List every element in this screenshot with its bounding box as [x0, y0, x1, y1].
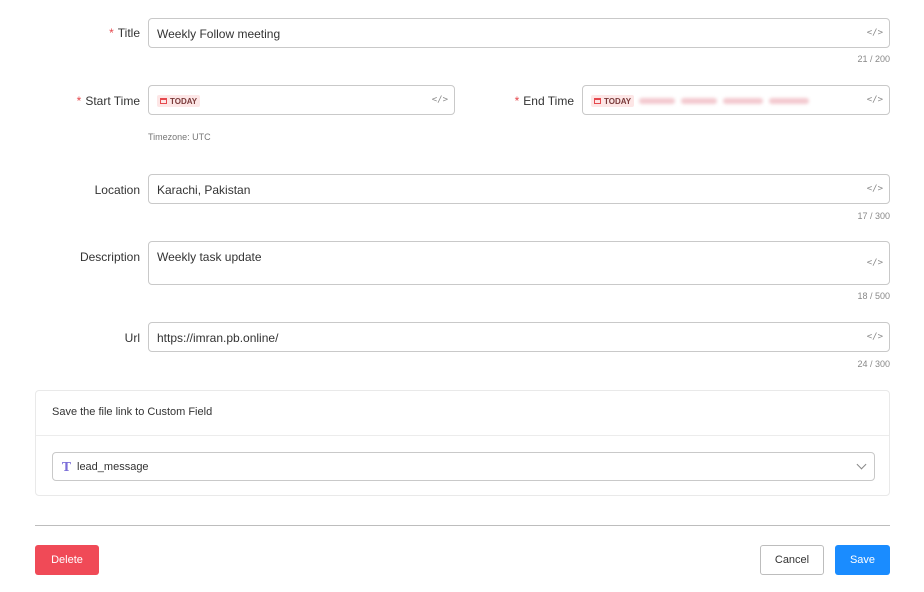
text-field-icon: T	[62, 460, 71, 474]
timezone-note: Timezone: UTC	[148, 132, 211, 142]
start-time-input[interactable]: TODAY </>	[148, 85, 455, 115]
location-label: Location	[94, 183, 140, 197]
url-label: Url	[124, 331, 140, 345]
code-icon[interactable]: </>	[867, 95, 883, 105]
description-counter: 18 / 500	[857, 291, 890, 301]
title-input[interactable]: Weekly Follow meeting </>	[148, 18, 890, 48]
code-icon[interactable]: </>	[867, 258, 883, 268]
custom-field-heading: Save the file link to Custom Field	[52, 406, 213, 418]
start-time-label: * Start Time	[76, 94, 140, 108]
code-icon[interactable]: </>	[432, 95, 448, 105]
delete-button[interactable]: Delete	[35, 545, 99, 575]
title-counter: 21 / 200	[857, 54, 890, 64]
calendar-icon	[160, 98, 167, 104]
location-value: Karachi, Pakistan	[157, 183, 251, 197]
code-icon[interactable]: </>	[867, 184, 883, 194]
cancel-button[interactable]: Cancel	[760, 545, 824, 575]
end-time-label: * End Time	[514, 94, 574, 108]
location-input[interactable]: Karachi, Pakistan </>	[148, 174, 890, 204]
chevron-down-icon[interactable]	[856, 459, 867, 470]
end-time-input[interactable]: TODAY </>	[582, 85, 890, 115]
custom-field-value: lead_message	[77, 461, 149, 473]
description-label: Description	[79, 250, 140, 264]
url-counter: 24 / 300	[857, 359, 890, 369]
title-value: Weekly Follow meeting	[157, 27, 281, 41]
start-today-chip[interactable]: TODAY	[157, 95, 201, 107]
custom-field-select[interactable]: T lead_message	[52, 452, 875, 481]
redacted-token	[723, 98, 763, 104]
required-marker: *	[109, 26, 114, 40]
calendar-icon	[594, 98, 601, 104]
description-textarea[interactable]: Weekly task update </>	[148, 241, 890, 285]
code-icon[interactable]: </>	[867, 332, 883, 342]
required-marker: *	[76, 94, 82, 108]
url-input[interactable]: https://imran.pb.online/ </>	[148, 322, 890, 352]
custom-field-panel: Save the file link to Custom Field T lea…	[35, 390, 890, 496]
end-today-chip[interactable]: TODAY	[591, 95, 635, 107]
redacted-token	[639, 98, 675, 104]
location-counter: 17 / 300	[857, 211, 890, 221]
description-value: Weekly task update	[157, 250, 262, 264]
redacted-token	[681, 98, 717, 104]
url-value: https://imran.pb.online/	[157, 331, 279, 345]
redacted-token	[769, 98, 809, 104]
footer-divider	[35, 525, 890, 526]
required-marker: *	[514, 94, 520, 108]
title-label: * Title	[109, 26, 140, 40]
code-icon[interactable]: </>	[867, 28, 883, 38]
panel-divider	[36, 435, 889, 436]
save-button[interactable]: Save	[835, 545, 890, 575]
